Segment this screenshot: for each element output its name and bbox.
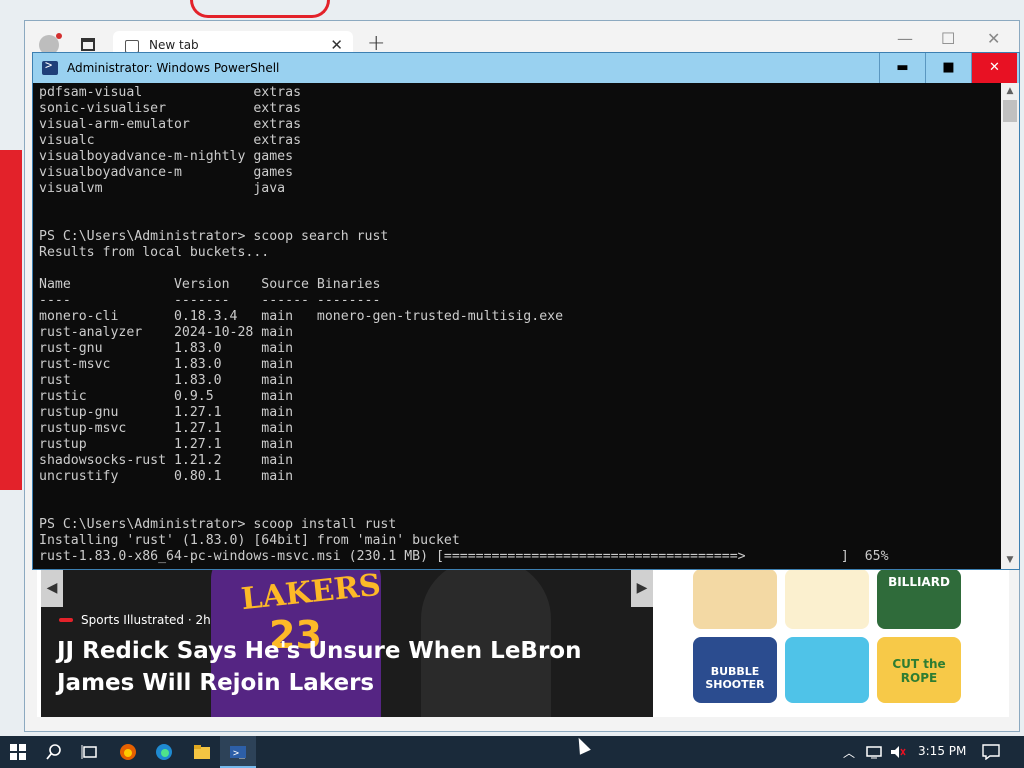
game-tile-wood-puzzle[interactable] (693, 569, 777, 629)
wallpaper-red-shape (0, 150, 22, 490)
console-scrollbar[interactable]: ▲ ▼ (1001, 83, 1019, 569)
folder-icon (194, 745, 210, 759)
console-line: pdfsam-visual extras (39, 85, 302, 100)
game-tile-cut-the-rope[interactable]: CUT the ROPE (877, 637, 961, 703)
console-line: Installing 'rust' (1.83.0) [64bit] from … (39, 533, 460, 548)
powershell-window: Administrator: Windows PowerShell ▬ ■ ✕ … (32, 52, 1020, 570)
console-line: rust-analyzer 2024-10-28 main (39, 325, 294, 340)
console-line: visualc extras (39, 133, 302, 148)
game-tile-bubble-shooter[interactable]: BUBBLE SHOOTER (693, 637, 777, 703)
news-source-label: Sports Illustrated · 2h (81, 613, 211, 627)
scroll-up-arrow-icon[interactable]: ▲ (1001, 83, 1019, 100)
action-center-icon[interactable] (982, 744, 1000, 760)
powershell-titlebar[interactable]: Administrator: Windows PowerShell ▬ ■ ✕ (33, 53, 1019, 83)
wallpaper-red-arc (190, 0, 330, 18)
news-card[interactable]: LAKERS 23 ◀ ▶ Sports Illustrated · 2h JJ… (41, 569, 653, 717)
console-line: visual-arm-emulator extras (39, 117, 302, 132)
fox-app-icon (120, 744, 136, 760)
powershell-icon (42, 58, 58, 75)
console-line: rust 1.83.0 main (39, 373, 294, 388)
taskbar-edge-app[interactable] (146, 736, 182, 768)
console-line: shadowsocks-rust 1.21.2 main (39, 453, 294, 468)
tab-title: New tab (149, 38, 199, 52)
tab-actions-icon[interactable] (81, 38, 95, 51)
console-line: uncrustify 0.80.1 main (39, 469, 294, 484)
console-line: Results from local buckets... (39, 245, 270, 260)
windows-logo-icon (10, 744, 26, 760)
console-line: sonic-visualiser extras (39, 101, 302, 116)
console-line: rustup 1.27.1 main (39, 437, 294, 452)
billiard-label: BILLIARD (888, 575, 950, 589)
console-line: rustup-msvc 1.27.1 main (39, 421, 294, 436)
console-line: PS C:\Users\Administrator> scoop install… (39, 517, 397, 532)
carousel-prev-button[interactable]: ◀ (41, 569, 63, 607)
cut-the-rope-label: CUT the ROPE (892, 657, 946, 685)
console-line: visualvm java (39, 181, 286, 196)
console-line: PS C:\Users\Administrator> scoop search … (39, 229, 389, 244)
edge-icon (156, 744, 172, 760)
scrollbar-thumb[interactable] (1003, 100, 1017, 122)
start-button[interactable] (0, 736, 36, 768)
console-output[interactable]: pdfsam-visual extras sonic-visualiser ext… (39, 85, 999, 569)
games-panel: BILLIARD BUBBLE SHOOTER CUT the ROPE (689, 569, 981, 717)
console-line: rust-msvc 1.83.0 main (39, 357, 294, 372)
browser-maximize-button[interactable]: ☐ (941, 29, 955, 48)
game-tile-billiard[interactable]: BILLIARD (877, 569, 961, 629)
notification-dot (56, 33, 62, 39)
carousel-next-button[interactable]: ▶ (631, 569, 653, 607)
bubble-shooter-label: BUBBLE SHOOTER (705, 665, 765, 691)
scroll-down-arrow-icon[interactable]: ▼ (1001, 552, 1019, 569)
news-headline[interactable]: JJ Redick Says He's Unsure When LeBron J… (57, 635, 637, 699)
console-line: rust-gnu 1.83.0 main (39, 341, 294, 356)
taskbar-file-explorer[interactable] (184, 736, 220, 768)
search-button[interactable] (36, 736, 72, 768)
taskbar-firefox-app[interactable] (110, 736, 146, 768)
game-tile-doge[interactable] (785, 569, 869, 629)
game-tile-foot[interactable] (785, 637, 869, 703)
console-line: visualboyadvance-m-nightly games (39, 149, 294, 164)
taskbar: >_ ︿ 3:15 PM (0, 736, 1024, 768)
window-title: Administrator: Windows PowerShell (67, 61, 280, 75)
task-view-button[interactable] (72, 736, 108, 768)
console-line: monero-cli 0.18.3.4 main monero-gen-trus… (39, 309, 564, 324)
search-icon (46, 744, 61, 760)
network-icon[interactable] (866, 745, 882, 759)
browser-minimize-button[interactable]: — (897, 29, 913, 48)
console-line: visualboyadvance-m games (39, 165, 294, 180)
task-view-icon (81, 745, 97, 759)
console-line: Name Version Source Binaries (39, 277, 381, 292)
console-line: rust-1.83.0-x86_64-pc-windows-msvc.msi (… (39, 549, 889, 564)
clock-time[interactable]: 3:15 PM (918, 744, 966, 758)
powershell-taskbar-icon: >_ (230, 746, 246, 759)
console-line: rustic 0.9.5 main (39, 389, 294, 404)
taskbar-powershell-app[interactable]: >_ (220, 736, 256, 768)
close-button[interactable]: ✕ (971, 53, 1017, 83)
console-line: rustup-gnu 1.27.1 main (39, 405, 294, 420)
console-line: ---- ------- ------ -------- (39, 293, 381, 308)
source-logo-icon (59, 618, 73, 622)
svg-text:>_: >_ (233, 748, 246, 759)
maximize-button[interactable]: ■ (925, 53, 971, 83)
news-source: Sports Illustrated · 2h (59, 613, 211, 627)
minimize-button[interactable]: ▬ (879, 53, 925, 83)
show-hidden-icons-icon[interactable]: ︿ (843, 744, 855, 761)
volume-muted-icon[interactable] (890, 745, 906, 759)
browser-close-button[interactable]: ✕ (987, 29, 1000, 48)
